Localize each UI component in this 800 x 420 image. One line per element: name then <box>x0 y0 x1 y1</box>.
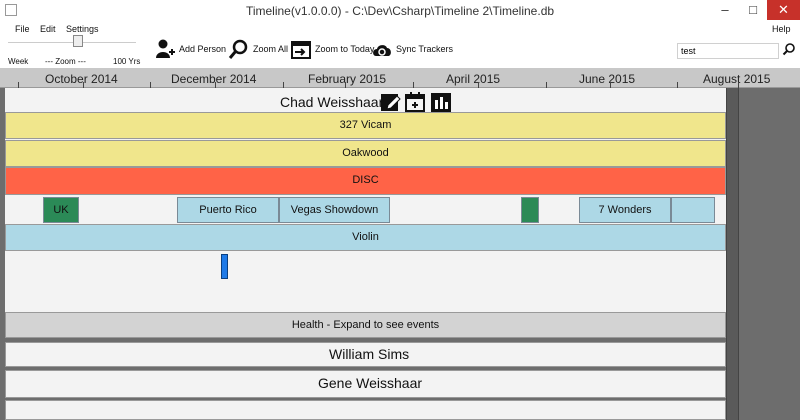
zoom-all-button[interactable]: Zoom All <box>228 38 288 60</box>
person-panel-next[interactable] <box>5 400 726 420</box>
axis-month-label: October 2014 <box>45 72 118 86</box>
menu-file[interactable]: File <box>15 24 30 34</box>
event-label: UK <box>53 204 69 216</box>
bar-chart-icon[interactable] <box>430 91 452 113</box>
band-label: DISC <box>352 174 379 186</box>
axis-month-label: April 2015 <box>446 72 501 86</box>
add-person-label: Add Person <box>179 44 227 54</box>
axis-month-label: February 2015 <box>308 72 387 86</box>
event-uk[interactable]: UK <box>43 197 79 223</box>
close-button[interactable]: ✕ <box>767 0 800 20</box>
band-label: Violin <box>352 231 379 243</box>
person-name: William Sims <box>329 346 410 362</box>
search-input[interactable]: test <box>677 43 779 59</box>
person-name: Gene Weisshaar <box>318 375 423 391</box>
search-icon[interactable] <box>782 42 796 56</box>
calendar-arrow-icon <box>291 41 311 59</box>
right-scroll-area[interactable] <box>738 88 800 420</box>
band-label: 327 Vicam <box>339 119 392 131</box>
band-disc[interactable]: DISC <box>5 167 726 195</box>
minimize-button[interactable]: – <box>711 0 739 20</box>
edit-icon[interactable] <box>380 91 402 113</box>
zoom-all-icon <box>228 39 248 59</box>
band-label: Health - Expand to see events <box>291 319 440 331</box>
sync-trackers-label: Sync Trackers <box>396 44 454 54</box>
band-health[interactable]: Health - Expand to see events <box>5 312 726 338</box>
zoom-slider-track[interactable] <box>8 42 136 43</box>
sync-trackers-button[interactable]: Sync Trackers <box>371 38 453 60</box>
band-label: Oakwood <box>342 147 389 159</box>
date-axis: October 2014 December 2014 February 2015… <box>0 68 800 88</box>
toolbar: File Edit Settings Help Week --- Zoom --… <box>0 22 800 68</box>
zoom-min-label: Week <box>8 57 29 66</box>
menu-edit[interactable]: Edit <box>40 24 56 34</box>
event-blue-block[interactable] <box>671 197 715 223</box>
event-label: Puerto Rico <box>199 204 257 216</box>
window-title: Timeline(v1.0.0.0) - C:\Dev\Csharp\Timel… <box>245 4 555 18</box>
band-violin[interactable]: Violin <box>5 224 726 251</box>
event-marker-green[interactable] <box>521 197 539 223</box>
zoom-to-today-button[interactable]: Zoom to Today <box>290 38 374 60</box>
zoom-max-label: 100 Yrs <box>113 57 141 66</box>
event-marker-blue[interactable] <box>221 254 228 279</box>
zoom-to-today-label: Zoom to Today <box>315 44 375 54</box>
title-bar: Timeline(v1.0.0.0) - C:\Dev\Csharp\Timel… <box>0 0 800 22</box>
zoom-center-label: --- Zoom --- <box>45 57 86 66</box>
event-7-wonders[interactable]: 7 Wonders <box>579 197 671 223</box>
menu-settings[interactable]: Settings <box>66 24 99 34</box>
band-vicam[interactable]: 327 Vicam <box>5 112 726 139</box>
maximize-button[interactable]: □ <box>739 0 767 20</box>
menu-help[interactable]: Help <box>772 24 791 34</box>
add-person-button[interactable]: Add Person <box>154 38 226 60</box>
axis-month-label: August 2015 <box>703 72 771 86</box>
event-vegas-showdown[interactable]: Vegas Showdown <box>279 197 390 223</box>
axis-month-label: June 2015 <box>579 72 636 86</box>
add-person-icon <box>156 39 175 58</box>
event-puerto-rico[interactable]: Puerto Rico <box>177 197 279 223</box>
calendar-add-icon[interactable] <box>404 91 426 113</box>
event-label: Vegas Showdown <box>290 204 379 216</box>
zoom-all-label: Zoom All <box>253 44 289 54</box>
cloud-sync-icon <box>373 45 391 56</box>
axis-month-label: December 2014 <box>171 72 257 86</box>
event-label: 7 Wonders <box>598 204 652 216</box>
today-gutter <box>726 88 738 420</box>
band-oakwood[interactable]: Oakwood <box>5 140 726 167</box>
zoom-slider-thumb[interactable] <box>73 35 84 47</box>
person-name: Chad Weisshaar <box>280 94 384 110</box>
